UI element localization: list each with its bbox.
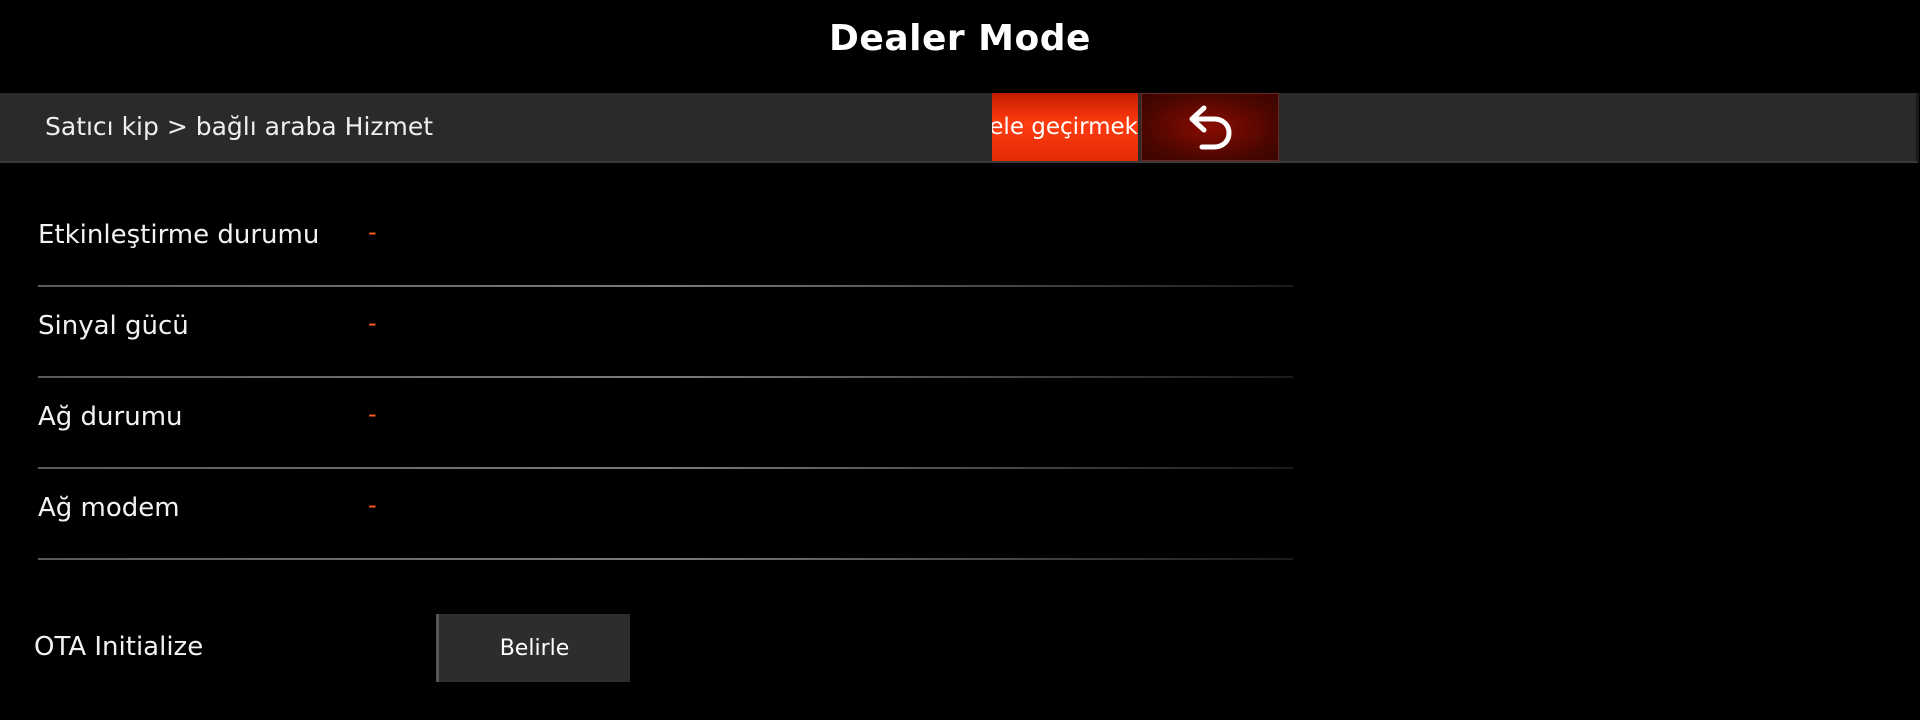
dealer-mode-screen: Dealer Mode Satıcı kip > bağlı araba Hiz… bbox=[0, 0, 1920, 720]
signal-strength-label: Sinyal gücü bbox=[38, 311, 189, 341]
ota-set-button[interactable]: Belirle bbox=[436, 614, 630, 682]
takeover-tab-button[interactable]: ele geçirmek bbox=[992, 93, 1138, 161]
status-row-activation: Etkinleştirme durumu - bbox=[38, 196, 1293, 287]
signal-strength-value: - bbox=[368, 309, 377, 337]
back-button[interactable] bbox=[1141, 93, 1279, 161]
ota-initialize-label: OTA Initialize bbox=[34, 632, 204, 662]
header-bar: Satıcı kip > bağlı araba Hizmet ele geçi… bbox=[0, 93, 1919, 163]
page-title: Dealer Mode bbox=[829, 18, 1091, 59]
status-list: Etkinleştirme durumu - Sinyal gücü - Ağ … bbox=[38, 196, 1293, 560]
return-arrow-icon bbox=[1189, 105, 1232, 150]
network-status-value: - bbox=[368, 400, 377, 428]
status-row-signal: Sinyal gücü - bbox=[38, 287, 1293, 378]
takeover-tab-label: ele geçirmek bbox=[992, 114, 1138, 140]
network-status-label: Ağ durumu bbox=[38, 402, 183, 432]
status-row-modem: Ağ modem - bbox=[38, 469, 1293, 560]
network-modem-value: - bbox=[368, 491, 377, 519]
status-row-network: Ağ durumu - bbox=[38, 378, 1293, 469]
activation-status-label: Etkinleştirme durumu bbox=[38, 220, 320, 250]
breadcrumb: Satıcı kip > bağlı araba Hizmet bbox=[45, 112, 434, 141]
network-modem-label: Ağ modem bbox=[38, 493, 180, 523]
activation-status-value: - bbox=[368, 218, 377, 246]
